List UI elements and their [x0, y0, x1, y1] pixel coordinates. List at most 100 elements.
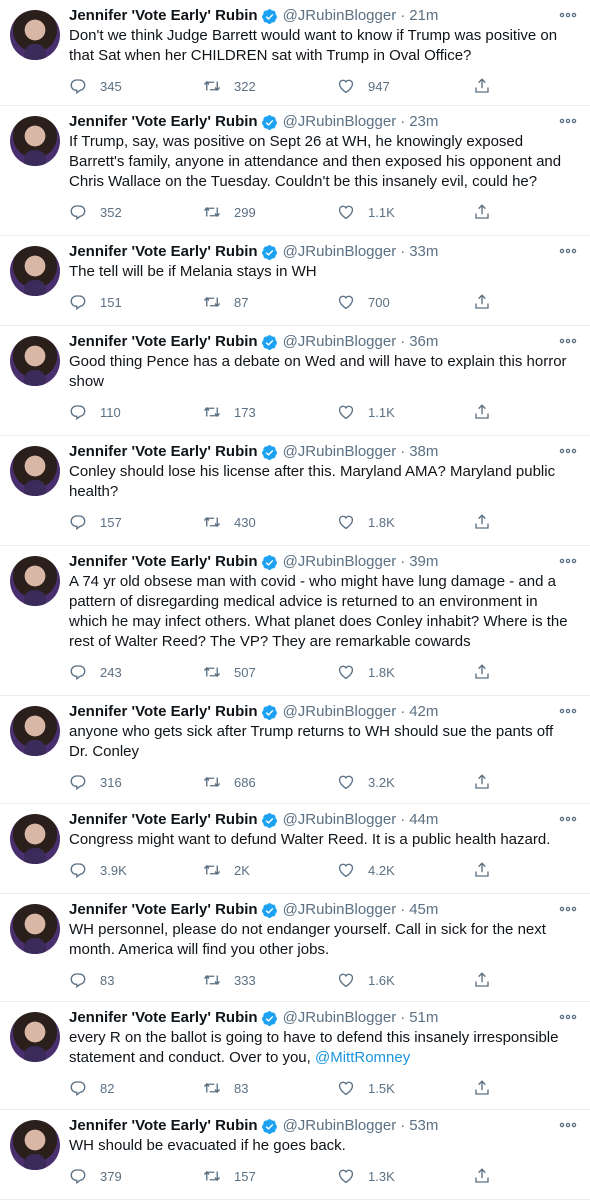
timestamp[interactable]: 21m [409, 6, 438, 26]
author-name[interactable]: Jennifer 'Vote Early' Rubin [69, 112, 258, 132]
retweet-button[interactable]: 83 [203, 1078, 248, 1098]
tweet[interactable]: Jennifer 'Vote Early' Rubin @JRubinBlogg… [0, 1002, 590, 1110]
like-button[interactable]: 1.8K [337, 662, 395, 682]
share-button[interactable] [473, 402, 491, 422]
more-options-icon[interactable] [559, 1118, 577, 1132]
more-options-icon[interactable] [559, 554, 577, 568]
avatar[interactable] [10, 1120, 60, 1170]
like-button[interactable]: 700 [337, 292, 390, 312]
author-handle[interactable]: @JRubinBlogger [283, 6, 397, 26]
reply-button[interactable]: 316 [69, 772, 122, 792]
tweet[interactable]: Jennifer 'Vote Early' Rubin @JRubinBlogg… [0, 1110, 590, 1200]
tweet[interactable]: Jennifer 'Vote Early' Rubin @JRubinBlogg… [0, 0, 590, 106]
reply-button[interactable]: 379 [69, 1166, 122, 1186]
like-button[interactable]: 1.1K [337, 202, 395, 222]
avatar[interactable] [10, 814, 60, 864]
more-options-icon[interactable] [559, 8, 577, 22]
author-handle[interactable]: @JRubinBlogger [283, 900, 397, 920]
more-options-icon[interactable] [559, 444, 577, 458]
like-button[interactable]: 3.2K [337, 772, 395, 792]
author-name[interactable]: Jennifer 'Vote Early' Rubin [69, 1116, 258, 1136]
tweet[interactable]: Jennifer 'Vote Early' Rubin @JRubinBlogg… [0, 804, 590, 894]
reply-button[interactable]: 3.9K [69, 860, 127, 880]
more-options-icon[interactable] [559, 114, 577, 128]
retweet-button[interactable]: 173 [203, 402, 256, 422]
tweet[interactable]: Jennifer 'Vote Early' Rubin @JRubinBlogg… [0, 106, 590, 236]
more-options-icon[interactable] [559, 1010, 577, 1024]
timestamp[interactable]: 36m [409, 332, 438, 352]
share-button[interactable] [473, 1166, 491, 1186]
reply-button[interactable]: 151 [69, 292, 122, 312]
author-handle[interactable]: @JRubinBlogger [283, 442, 397, 462]
like-button[interactable]: 4.2K [337, 860, 395, 880]
timestamp[interactable]: 51m [409, 1008, 438, 1028]
retweet-button[interactable]: 299 [203, 202, 256, 222]
author-name[interactable]: Jennifer 'Vote Early' Rubin [69, 810, 258, 830]
avatar[interactable] [10, 336, 60, 386]
more-options-icon[interactable] [559, 244, 577, 258]
author-name[interactable]: Jennifer 'Vote Early' Rubin [69, 702, 258, 722]
more-options-icon[interactable] [559, 812, 577, 826]
share-button[interactable] [473, 970, 491, 990]
retweet-button[interactable]: 686 [203, 772, 256, 792]
avatar[interactable] [10, 446, 60, 496]
retweet-button[interactable]: 322 [203, 76, 256, 96]
reply-button[interactable]: 345 [69, 76, 122, 96]
author-handle[interactable]: @JRubinBlogger [283, 810, 397, 830]
mention-link[interactable]: @MittRomney [315, 1049, 410, 1066]
reply-button[interactable]: 243 [69, 662, 122, 682]
share-button[interactable] [473, 76, 491, 96]
share-button[interactable] [473, 202, 491, 222]
avatar[interactable] [10, 904, 60, 954]
tweet[interactable]: Jennifer 'Vote Early' Rubin @JRubinBlogg… [0, 546, 590, 696]
retweet-button[interactable]: 333 [203, 970, 256, 990]
author-name[interactable]: Jennifer 'Vote Early' Rubin [69, 552, 258, 572]
author-name[interactable]: Jennifer 'Vote Early' Rubin [69, 6, 258, 26]
avatar[interactable] [10, 10, 60, 60]
timestamp[interactable]: 42m [409, 702, 438, 722]
author-handle[interactable]: @JRubinBlogger [283, 552, 397, 572]
tweet[interactable]: Jennifer 'Vote Early' Rubin @JRubinBlogg… [0, 236, 590, 326]
reply-button[interactable]: 157 [69, 512, 122, 532]
like-button[interactable]: 1.5K [337, 1078, 395, 1098]
retweet-button[interactable]: 507 [203, 662, 256, 682]
timestamp[interactable]: 53m [409, 1116, 438, 1136]
more-options-icon[interactable] [559, 334, 577, 348]
author-name[interactable]: Jennifer 'Vote Early' Rubin [69, 1008, 258, 1028]
reply-button[interactable]: 82 [69, 1078, 114, 1098]
more-options-icon[interactable] [559, 704, 577, 718]
reply-button[interactable]: 83 [69, 970, 114, 990]
like-button[interactable]: 1.1K [337, 402, 395, 422]
like-button[interactable]: 1.6K [337, 970, 395, 990]
like-button[interactable]: 1.8K [337, 512, 395, 532]
author-handle[interactable]: @JRubinBlogger [283, 112, 397, 132]
author-name[interactable]: Jennifer 'Vote Early' Rubin [69, 242, 258, 262]
like-button[interactable]: 1.3K [337, 1166, 395, 1186]
tweet[interactable]: Jennifer 'Vote Early' Rubin @JRubinBlogg… [0, 326, 590, 436]
tweet[interactable]: Jennifer 'Vote Early' Rubin @JRubinBlogg… [0, 436, 590, 546]
timestamp[interactable]: 23m [409, 112, 438, 132]
timestamp[interactable]: 45m [409, 900, 438, 920]
author-handle[interactable]: @JRubinBlogger [283, 332, 397, 352]
retweet-button[interactable]: 430 [203, 512, 256, 532]
author-handle[interactable]: @JRubinBlogger [283, 702, 397, 722]
timestamp[interactable]: 39m [409, 552, 438, 572]
timestamp[interactable]: 33m [409, 242, 438, 262]
tweet[interactable]: Jennifer 'Vote Early' Rubin @JRubinBlogg… [0, 894, 590, 1002]
share-button[interactable] [473, 662, 491, 682]
author-handle[interactable]: @JRubinBlogger [283, 242, 397, 262]
share-button[interactable] [473, 292, 491, 312]
retweet-button[interactable]: 157 [203, 1166, 256, 1186]
like-button[interactable]: 947 [337, 76, 390, 96]
author-name[interactable]: Jennifer 'Vote Early' Rubin [69, 332, 258, 352]
share-button[interactable] [473, 1078, 491, 1098]
author-name[interactable]: Jennifer 'Vote Early' Rubin [69, 442, 258, 462]
timestamp[interactable]: 38m [409, 442, 438, 462]
retweet-button[interactable]: 2K [203, 860, 250, 880]
avatar[interactable] [10, 706, 60, 756]
avatar[interactable] [10, 556, 60, 606]
author-handle[interactable]: @JRubinBlogger [283, 1116, 397, 1136]
reply-button[interactable]: 352 [69, 202, 122, 222]
author-name[interactable]: Jennifer 'Vote Early' Rubin [69, 900, 258, 920]
share-button[interactable] [473, 772, 491, 792]
